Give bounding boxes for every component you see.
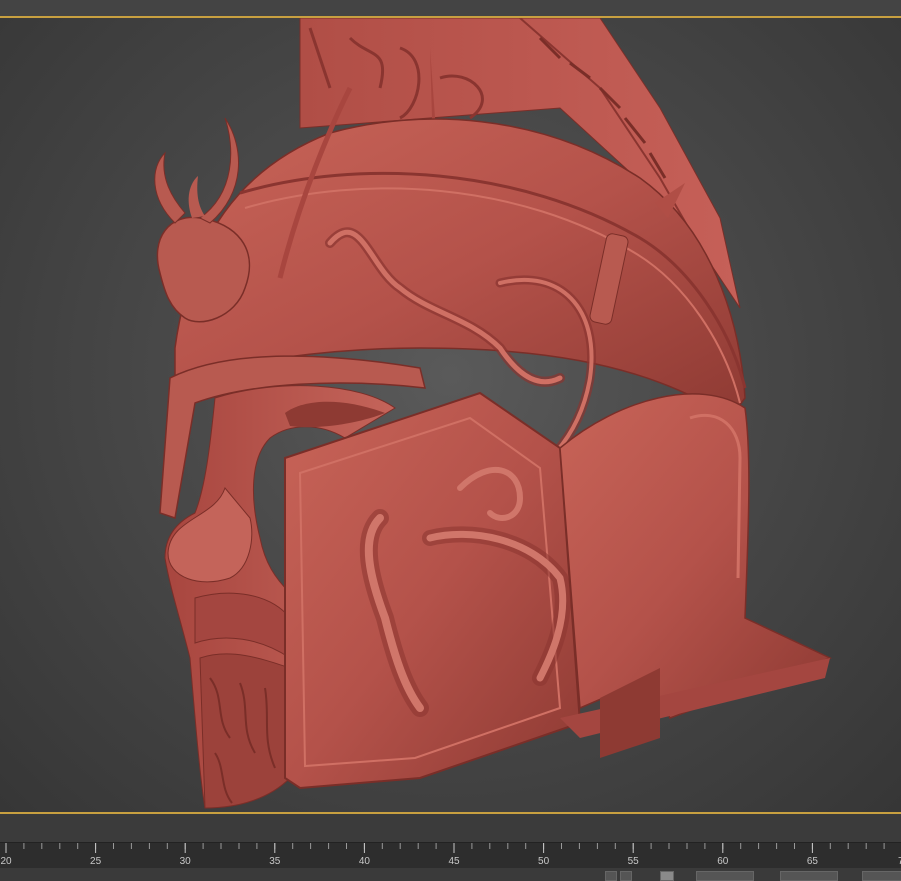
frame-field[interactable] [780, 871, 838, 881]
3d-viewport[interactable] [0, 16, 901, 814]
cheek-guard [284, 391, 582, 790]
time-slider[interactable] [0, 814, 901, 842]
time-field[interactable] [696, 871, 754, 881]
ruler-tick-label: 50 [538, 856, 550, 867]
grid-toggle-icon[interactable] [660, 871, 674, 881]
frame-ruler: 20 25 30 35 40 45 50 55 60 65 7 [0, 843, 901, 867]
app-window: 20 25 30 35 40 45 50 55 60 65 7 [0, 0, 901, 881]
ruler-tick-label: 45 [448, 856, 460, 867]
ruler-tick-label: 40 [359, 856, 371, 867]
ruler-tick-label: 60 [717, 856, 729, 867]
set-key-icon[interactable] [620, 871, 632, 881]
ruler-tick-label: 25 [90, 856, 102, 867]
ruler-tick-label: 65 [807, 856, 819, 867]
status-bar [0, 868, 901, 881]
ruler-tick-label: 55 [628, 856, 640, 867]
helmet-model-render [154, 18, 832, 809]
ruler-tick-label: 30 [180, 856, 192, 867]
trackbar[interactable]: 20 25 30 35 40 45 50 55 60 65 7 [0, 842, 901, 869]
viewport-top-toolbar [0, 0, 901, 16]
key-filter-icon[interactable] [605, 871, 617, 881]
playback-field[interactable] [862, 871, 901, 881]
ruler-tick-label: 35 [269, 856, 281, 867]
ruler-tick-label: 20 [0, 856, 12, 867]
